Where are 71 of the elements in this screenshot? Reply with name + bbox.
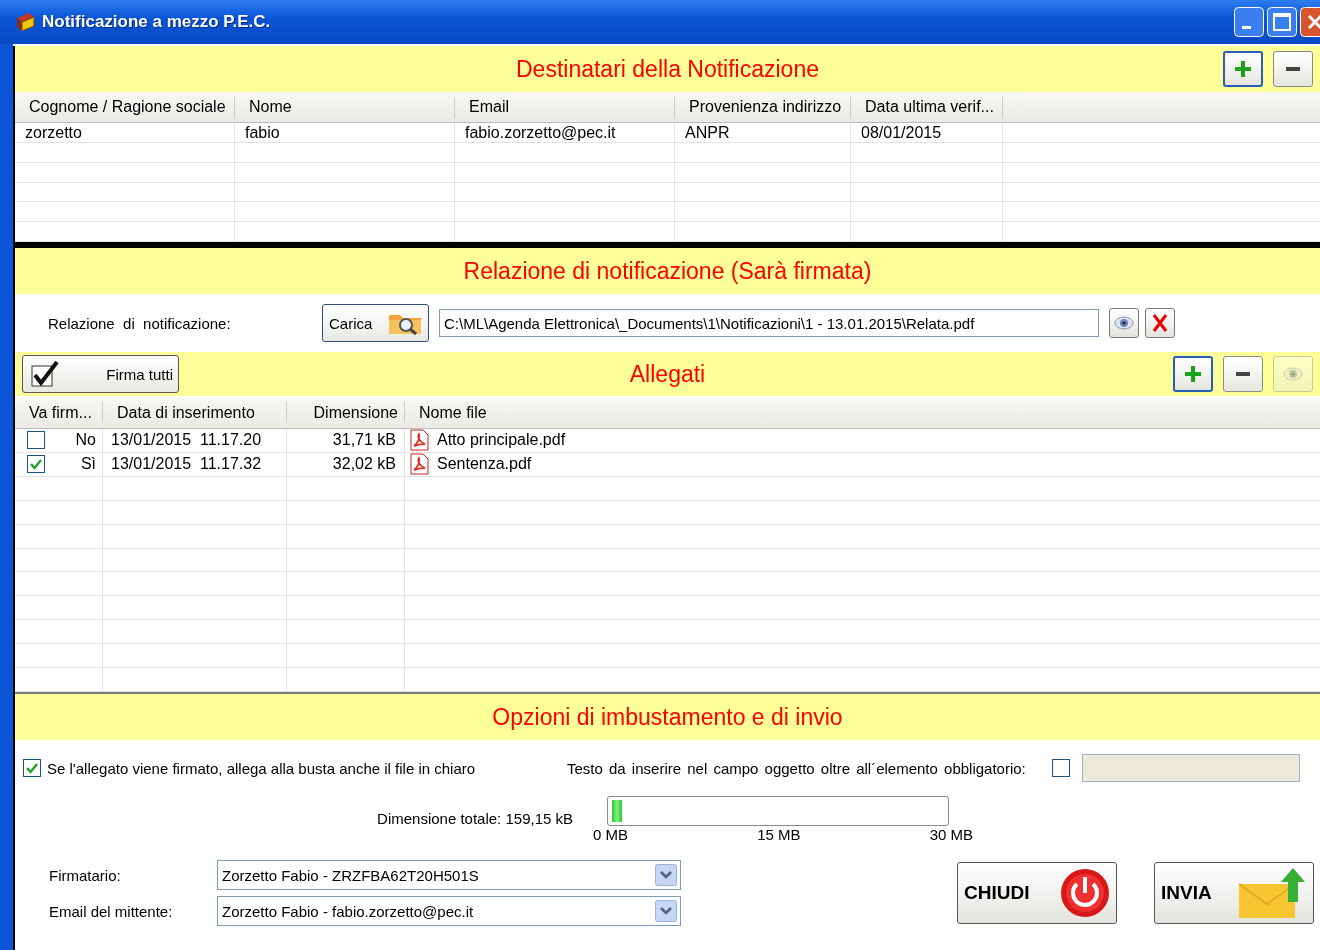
checkmark-icon <box>31 361 59 387</box>
table-cell: 13/01/2015 11.17.20 <box>111 431 262 450</box>
table-cell: 13/01/2015 11.17.32 <box>111 455 262 474</box>
close-button[interactable]: CHIUDI <box>957 862 1117 924</box>
eye-icon <box>1114 316 1134 330</box>
column-header[interactable]: Data di inserimento <box>103 402 287 424</box>
checkbox-label: Testo da inserire nel campo oggetto oltre all´elemento obbligatorio: <box>567 759 1026 777</box>
table-cell: Sì <box>80 455 96 474</box>
add-button[interactable] <box>1223 51 1263 87</box>
table-cell: fabio <box>235 123 455 142</box>
section-title: Allegati <box>629 360 706 387</box>
dropdown[interactable]: Zorzetto Fabio - ZRZFBA62T20H501S <box>217 860 681 890</box>
window-title: Notificazione a mezzo P.E.C. <box>42 12 271 32</box>
column-header[interactable]: Va firm... <box>15 402 103 424</box>
table-cell: ANPR <box>675 123 851 142</box>
minus-icon <box>1286 67 1300 71</box>
column-header[interactable]: Nome <box>235 96 455 118</box>
remove-button[interactable] <box>1273 51 1313 87</box>
column-header[interactable]: Provenienza indirizzo <box>675 96 851 118</box>
table-cell: Atto principale.pdf <box>437 431 566 450</box>
field-label: Firmatario: <box>48 866 122 884</box>
table-cell: 32,02 kB <box>332 455 396 474</box>
section-title: Destinatari della Notificazione <box>516 55 819 82</box>
add-button[interactable] <box>1173 356 1213 392</box>
subject-field[interactable] <box>1081 754 1300 782</box>
view-button[interactable] <box>1109 308 1139 338</box>
book-icon <box>14 12 36 32</box>
plus-icon <box>1184 365 1202 383</box>
column-header[interactable]: Data ultima verif... <box>851 96 1003 118</box>
eye-icon <box>1283 367 1303 381</box>
x-icon <box>1152 314 1168 332</box>
pdf-icon <box>409 429 429 452</box>
tick-label: 0 MB <box>593 826 628 843</box>
column-header[interactable]: Cognome / Ragione sociale <box>15 96 235 118</box>
checkbox-label: Se l'allegato viene firmato, allega alla busta anche il file in chiaro <box>47 759 476 777</box>
table-cell: No <box>75 431 96 450</box>
table-cell: 08/01/2015 <box>851 123 1003 142</box>
table-cell: fabio.zorzetto@pec.it <box>455 123 675 142</box>
minus-icon <box>1236 372 1250 376</box>
envelope-icon <box>1237 866 1307 920</box>
file-path-field[interactable]: C:\ML\Agenda Elettronica\_Documents\1\Notificazioni\1 - 13.01.2015\Relata.pdf <box>439 309 1099 337</box>
tick-label: 30 MB <box>929 826 973 843</box>
delete-button[interactable] <box>1145 308 1175 338</box>
checkbox[interactable] <box>1051 759 1070 777</box>
section-title: Relazione di notificazione (Sarà firmata) <box>463 257 872 284</box>
column-header[interactable]: Nome file <box>405 402 1320 424</box>
field-label: Email del mittente: <box>48 902 174 920</box>
table-cell: zorzetto <box>15 123 235 142</box>
field-label: Relazione di notificazione: <box>48 314 232 332</box>
send-button[interactable]: INVIA <box>1154 862 1314 924</box>
checkbox[interactable] <box>23 759 41 777</box>
column-header[interactable]: Dimensione <box>287 402 405 424</box>
section-title: Opzioni di imbustamento e di invio <box>492 703 843 730</box>
chevron-down-icon <box>655 864 677 886</box>
pdf-icon <box>409 453 429 476</box>
load-button[interactable]: Carica <box>322 304 429 342</box>
total-size-label: Dimensione totale: 159,15 kB <box>376 810 573 827</box>
chevron-down-icon <box>655 900 677 922</box>
column-header[interactable]: Email <box>455 96 675 118</box>
tick-label: 15 MB <box>757 826 801 843</box>
remove-button[interactable] <box>1223 356 1263 392</box>
minimize-icon[interactable] <box>1234 7 1264 37</box>
checkbox[interactable] <box>27 455 45 474</box>
checkbox[interactable] <box>27 431 45 450</box>
sign-all-button[interactable]: Firma tutti <box>22 355 179 393</box>
dropdown[interactable]: Zorzetto Fabio - fabio.zorzetto@pec.it <box>217 896 681 926</box>
table-cell: 31,71 kB <box>332 431 396 450</box>
table-cell: Sentenza.pdf <box>437 455 532 474</box>
maximize-icon[interactable] <box>1267 7 1297 37</box>
plus-icon <box>1234 60 1252 78</box>
power-icon <box>1060 868 1110 918</box>
